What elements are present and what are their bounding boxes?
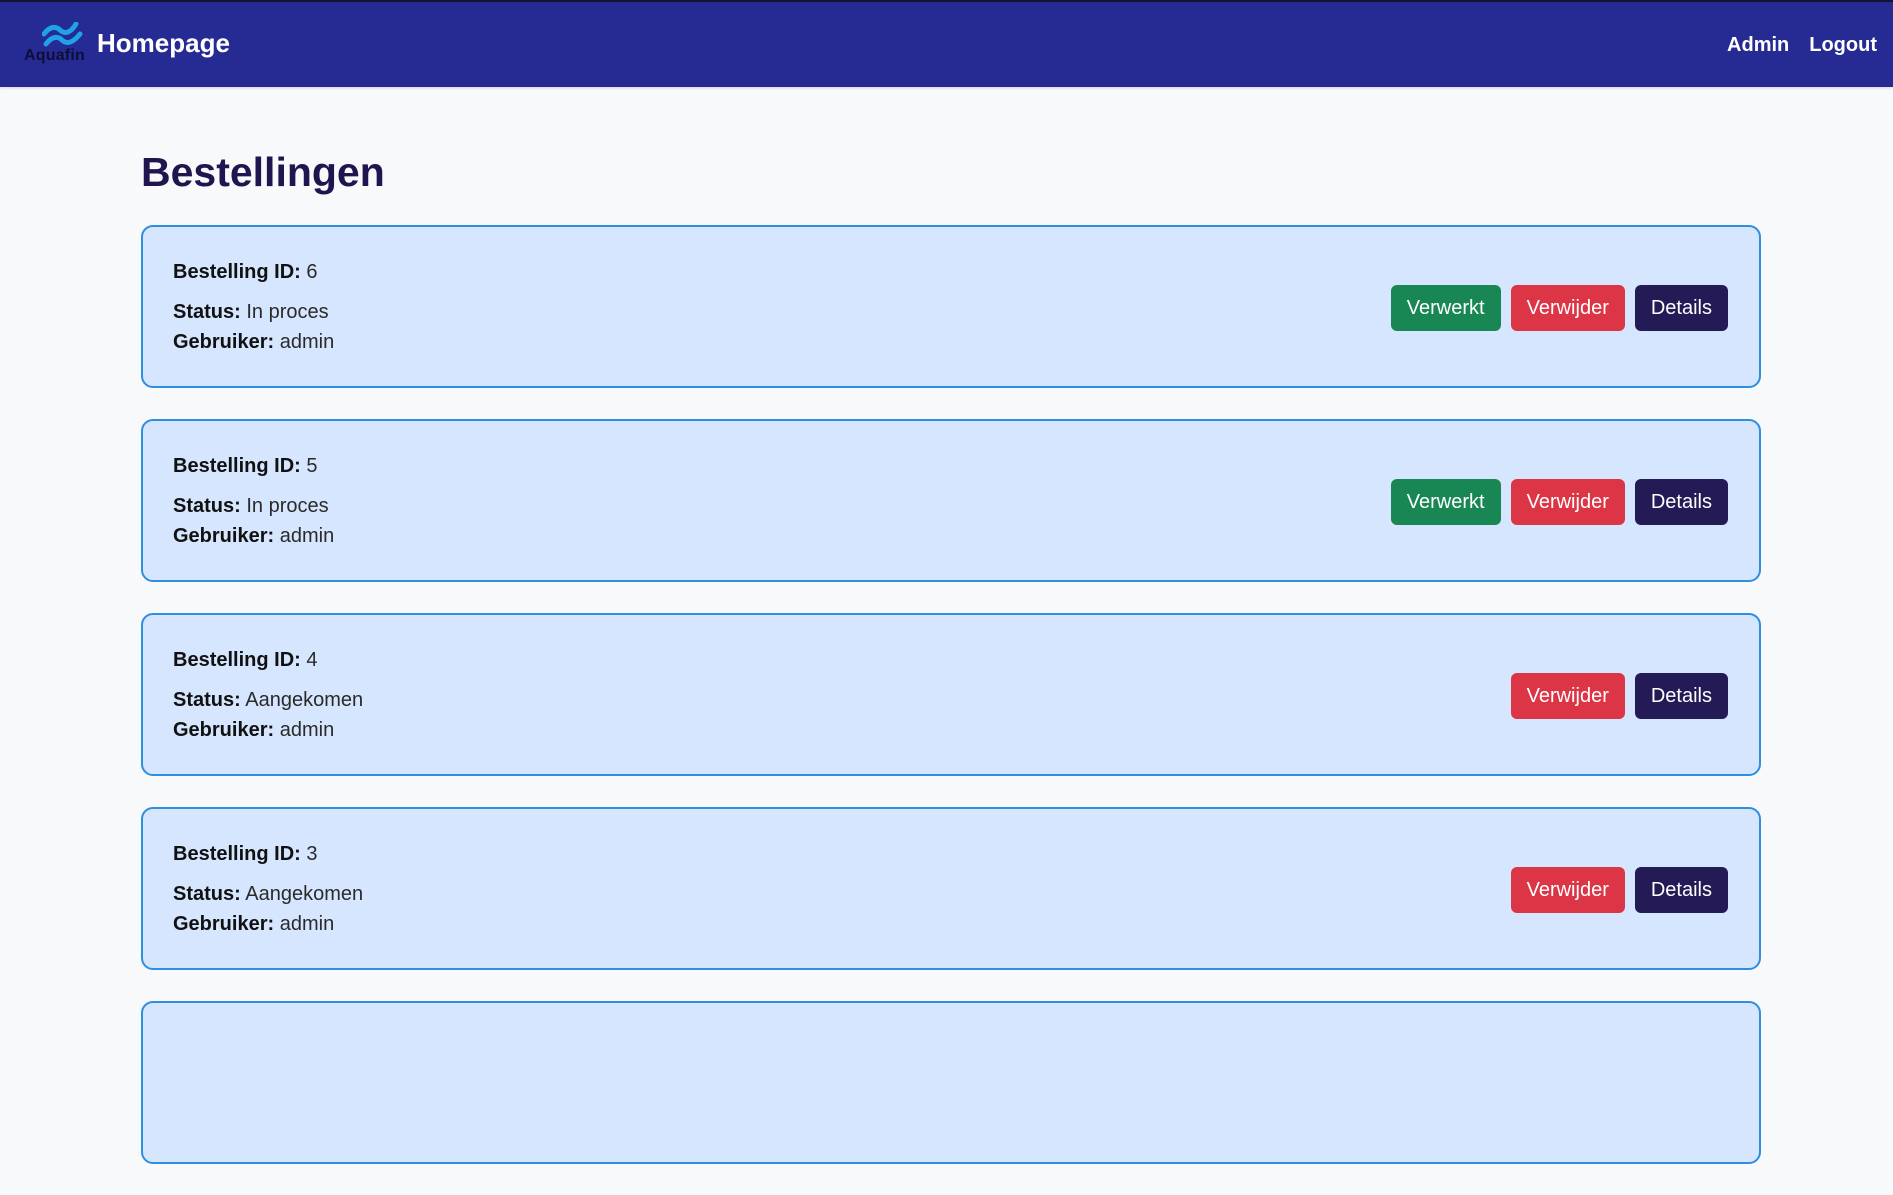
nav-links: Admin Logout xyxy=(1727,34,1877,57)
order-user-value: admin xyxy=(279,525,335,547)
order-status-line: Status: In proces xyxy=(173,300,334,324)
order-id-line: Bestelling ID: 4 xyxy=(173,648,363,672)
homepage-title[interactable]: Homepage xyxy=(97,30,230,56)
order-info: Bestelling ID: 5 Status: In proces Gebru… xyxy=(173,454,334,548)
order-user-line: Gebruiker: admin xyxy=(173,524,334,548)
orders-list: Bestelling ID: 6 Status: In proces Gebru… xyxy=(141,225,1761,1195)
order-status-label: Status: xyxy=(173,883,241,905)
order-user-line: Gebruiker: admin xyxy=(173,912,363,936)
order-user-value: admin xyxy=(279,913,335,935)
order-id-line: Bestelling ID: 3 xyxy=(173,842,363,866)
processed-button[interactable]: Verwerkt xyxy=(1390,479,1501,525)
aquafin-logo: Aquafin xyxy=(24,20,90,70)
order-id-line: Bestelling ID: 5 xyxy=(173,454,334,478)
delete-button[interactable]: Verwijder xyxy=(1510,285,1625,331)
order-id-value: 3 xyxy=(306,843,318,865)
order-status-value: In proces xyxy=(246,301,329,323)
order-actions: Verwerkt Verwijder Details xyxy=(1390,479,1728,525)
order-card: Bestelling ID: 4 Status: Aangekomen Gebr… xyxy=(141,613,1761,776)
brand-link[interactable]: Aquafin Homepage xyxy=(24,20,230,70)
order-status-line: Status: In proces xyxy=(173,494,334,518)
order-id-value: 6 xyxy=(306,261,318,283)
order-info: Bestelling ID: 4 Status: Aangekomen Gebr… xyxy=(173,648,363,742)
details-button[interactable]: Details xyxy=(1634,479,1728,525)
order-actions: Verwijder Details xyxy=(1510,673,1728,719)
order-status-value: Aangekomen xyxy=(245,689,364,711)
order-status-label: Status: xyxy=(173,689,241,711)
order-id-label: Bestelling ID: xyxy=(173,455,301,477)
page-title: Bestellingen xyxy=(141,149,385,195)
order-user-label: Gebruiker: xyxy=(173,525,275,547)
order-id-value: 5 xyxy=(306,455,318,477)
order-status-line: Status: Aangekomen xyxy=(173,882,363,906)
order-user-label: Gebruiker: xyxy=(173,913,275,935)
order-user-label: Gebruiker: xyxy=(173,331,275,353)
delete-button[interactable]: Verwijder xyxy=(1510,479,1625,525)
wave-logo-icon xyxy=(42,22,83,47)
delete-button[interactable]: Verwijder xyxy=(1510,673,1625,719)
order-info: Bestelling ID: 3 Status: Aangekomen Gebr… xyxy=(173,842,363,936)
order-user-value: admin xyxy=(279,719,335,741)
order-card-partial xyxy=(141,1001,1761,1164)
order-card: Bestelling ID: 5 Status: In proces Gebru… xyxy=(141,419,1761,582)
order-user-line: Gebruiker: admin xyxy=(173,718,363,742)
details-button[interactable]: Details xyxy=(1634,673,1728,719)
delete-button[interactable]: Verwijder xyxy=(1510,867,1625,913)
order-actions: Verwijder Details xyxy=(1510,867,1728,913)
order-status-label: Status: xyxy=(173,301,241,323)
order-id-label: Bestelling ID: xyxy=(173,649,301,671)
order-id-line: Bestelling ID: 6 xyxy=(173,260,334,284)
order-status-value: Aangekomen xyxy=(245,883,364,905)
details-button[interactable]: Details xyxy=(1634,285,1728,331)
order-card: Bestelling ID: 6 Status: In proces Gebru… xyxy=(141,225,1761,388)
order-id-label: Bestelling ID: xyxy=(173,843,301,865)
nav-link-admin[interactable]: Admin xyxy=(1727,34,1789,57)
top-navbar: Aquafin Homepage Admin Logout xyxy=(0,0,1893,87)
order-user-value: admin xyxy=(279,331,335,353)
order-actions: Verwerkt Verwijder Details xyxy=(1390,285,1728,331)
order-id-value: 4 xyxy=(306,649,318,671)
nav-link-logout[interactable]: Logout xyxy=(1809,34,1877,57)
order-user-line: Gebruiker: admin xyxy=(173,330,334,354)
order-status-value: In proces xyxy=(246,495,329,517)
order-user-label: Gebruiker: xyxy=(173,719,275,741)
order-status-label: Status: xyxy=(173,495,241,517)
logo-text: Aquafin xyxy=(24,47,85,64)
order-id-label: Bestelling ID: xyxy=(173,261,301,283)
order-card: Bestelling ID: 3 Status: Aangekomen Gebr… xyxy=(141,807,1761,970)
processed-button[interactable]: Verwerkt xyxy=(1390,285,1501,331)
details-button[interactable]: Details xyxy=(1634,867,1728,913)
order-info: Bestelling ID: 6 Status: In proces Gebru… xyxy=(173,260,334,354)
order-status-line: Status: Aangekomen xyxy=(173,688,363,712)
